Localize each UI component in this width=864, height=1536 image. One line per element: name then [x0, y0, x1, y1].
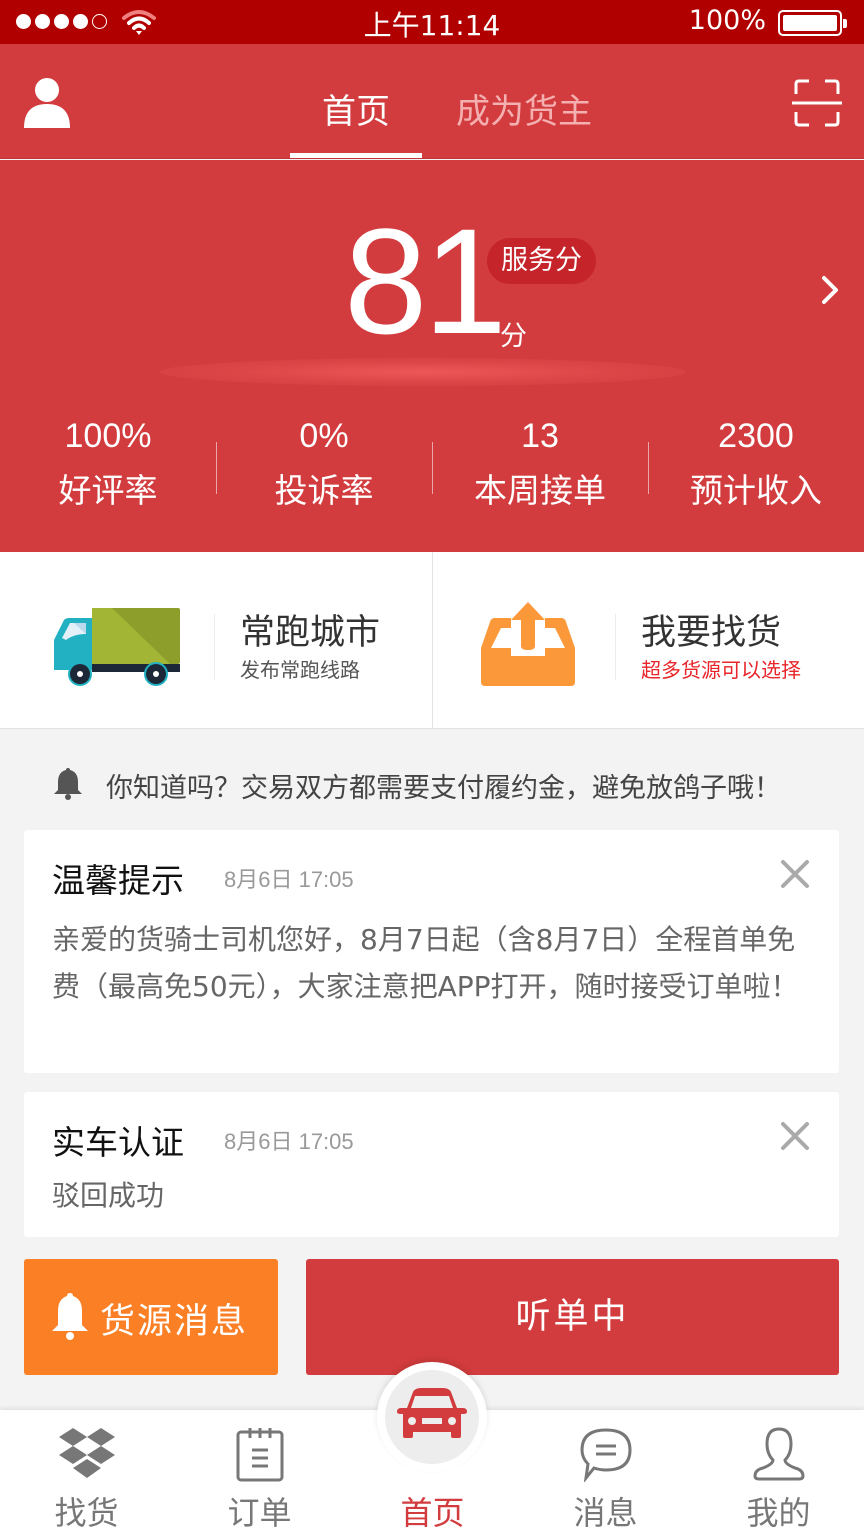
person-outline-icon	[752, 1427, 805, 1481]
stat-value: 100%	[64, 417, 152, 455]
bell-icon	[52, 1293, 88, 1340]
find-cargo-entry[interactable]: 我要找货 超多货源可以选择	[432, 552, 864, 728]
tabbar-label: 消息	[573, 1494, 638, 1532]
stat-good-rate: 100% 好评率	[0, 412, 216, 522]
stat-label: 本周接单	[474, 471, 606, 510]
notice-time: 8月6日 17:05	[224, 1129, 354, 1154]
quick-entries: 常跑城市 发布常跑线路 我要找货 超多货源可以选择	[0, 552, 864, 729]
close-icon[interactable]	[779, 858, 811, 890]
frequent-cities-entry[interactable]: 常跑城市 发布常跑线路	[0, 552, 432, 728]
tabbar-label: 首页	[400, 1494, 465, 1532]
service-score-value: 81	[344, 197, 507, 365]
tabbar-label: 找货	[54, 1494, 119, 1532]
user-icon[interactable]	[22, 76, 72, 130]
close-icon[interactable]	[779, 1120, 811, 1152]
notice-body: 亲爱的货骑士司机您好，8月7日起（含8月7日）全程首单免费（最高免50元），大家…	[52, 923, 799, 1003]
tip-text: 你知道吗？交易双方都需要支付履约金，避免放鸽子哦！	[106, 773, 781, 804]
stat-weekly-orders: 13 本周接单	[432, 412, 648, 522]
top-nav: 首页 成为货主	[0, 44, 864, 159]
entry-subtitle: 发布常跑线路	[240, 658, 360, 682]
tab-become-shipper[interactable]: 成为货主	[456, 84, 592, 158]
truck-icon	[54, 608, 180, 686]
tabbar-mine[interactable]: 我的	[692, 1410, 864, 1536]
notice-title: 实车认证	[52, 1123, 184, 1162]
battery-icon	[778, 10, 847, 36]
status-bar: 上午11:14 100%	[0, 0, 864, 44]
stat-value: 13	[521, 417, 559, 455]
stat-value: 0%	[299, 417, 349, 455]
bell-icon	[54, 768, 82, 800]
home-center-button[interactable]	[377, 1362, 487, 1472]
scan-icon[interactable]	[792, 78, 842, 128]
notice-card[interactable]: 温馨提示 8月6日 17:05 亲爱的货骑士司机您好，8月7日起（含8月7日）全…	[24, 830, 839, 1073]
tray-upload-icon	[481, 602, 575, 686]
tabbar-label: 订单	[227, 1494, 292, 1532]
notice-time: 8月6日 17:05	[224, 867, 354, 892]
stat-complaint-rate: 0% 投诉率	[216, 412, 432, 522]
cargo-messages-label: 货源消息	[100, 1302, 249, 1342]
entry-title: 我要找货	[641, 613, 782, 653]
divider	[214, 614, 215, 680]
listening-orders-button[interactable]: 听单中	[306, 1259, 839, 1375]
battery-percent: 100%	[688, 5, 766, 36]
car-icon	[397, 1388, 467, 1438]
service-score-badge: 服务分	[487, 238, 596, 284]
tip-banner: 你知道吗？交易双方都需要支付履约金，避免放鸽子哦！	[0, 752, 864, 816]
stat-value: 2300	[718, 417, 794, 455]
entry-subtitle: 超多货源可以选择	[641, 658, 801, 682]
stats-row: 100% 好评率 0% 投诉率 13 本周接单 2300 预计收入	[0, 412, 864, 522]
chevron-right-icon[interactable]	[820, 272, 842, 308]
stat-expected-income: 2300 预计收入	[648, 412, 864, 522]
stat-label: 预计收入	[690, 471, 822, 510]
chat-bubble-icon	[579, 1428, 632, 1482]
notice-title: 温馨提示	[52, 861, 184, 900]
notepad-icon	[236, 1428, 283, 1482]
stat-label: 好评率	[58, 471, 158, 510]
service-score-panel[interactable]: 81 服务分 分 100% 好评率 0% 投诉率 13 本周接单 2300 预计…	[0, 160, 864, 552]
box-icon	[58, 1428, 115, 1478]
notice-card[interactable]: 实车认证 8月6日 17:05 驳回成功	[24, 1092, 839, 1237]
tabbar-messages[interactable]: 消息	[519, 1410, 692, 1536]
tabbar-label: 我的	[746, 1494, 811, 1532]
notice-body: 驳回成功	[52, 1179, 165, 1212]
tabbar-find-cargo[interactable]: 找货	[0, 1410, 173, 1536]
divider	[615, 614, 616, 680]
tab-home[interactable]: 首页	[290, 84, 422, 158]
entry-title: 常跑城市	[240, 613, 381, 653]
stat-label: 投诉率	[274, 471, 374, 510]
service-score-unit: 分	[500, 321, 527, 352]
cargo-messages-button[interactable]: 货源消息	[24, 1259, 278, 1375]
tabbar-orders[interactable]: 订单	[173, 1410, 346, 1536]
